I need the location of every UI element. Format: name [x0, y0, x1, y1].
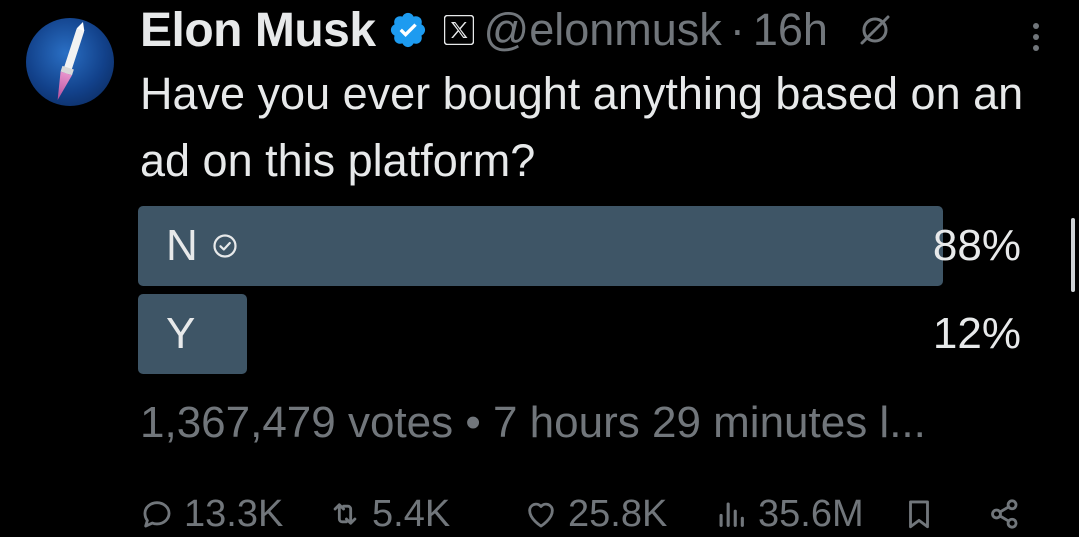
like-button[interactable]: 25.8K — [524, 490, 667, 537]
x-logo-icon[interactable] — [443, 15, 474, 45]
author-handle[interactable]: @elonmusk — [484, 4, 722, 56]
avatar[interactable] — [26, 18, 114, 106]
like-icon — [528, 502, 554, 528]
check-circle-icon — [213, 234, 237, 258]
tweet-header: Elon Musk @elonmusk · 16h — [140, 2, 892, 58]
poll-option-percent: 12% — [932, 309, 1021, 358]
verified-badge-icon[interactable] — [388, 10, 428, 50]
bookmark-icon — [909, 500, 929, 529]
repost-icon — [333, 503, 357, 525]
timestamp[interactable]: 16h — [753, 4, 828, 56]
poll-option-percent: 88% — [932, 221, 1021, 270]
share-button[interactable] — [988, 490, 1032, 537]
reply-count: 13.3K — [184, 492, 284, 535]
reply-button[interactable]: 13.3K — [140, 490, 283, 537]
rocket-avatar-image — [57, 22, 85, 101]
author-name[interactable]: Elon Musk — [140, 3, 376, 58]
poll-option-label: N — [166, 221, 198, 270]
poll-meta: 1,367,479 votes • 7 hours 29 minutes l..… — [140, 398, 926, 447]
scrollbar[interactable] — [1071, 218, 1075, 292]
views-icon — [719, 502, 744, 527]
poll: N 88% Y 12% — [138, 206, 1023, 382]
tweet[interactable]: Elon Musk @elonmusk · 16h Have you ever … — [0, 0, 1079, 537]
grok-icon[interactable] — [858, 13, 892, 47]
poll-option-n[interactable]: N 88% — [138, 206, 1023, 286]
reply-icon — [143, 501, 171, 528]
poll-option-label: Y — [166, 309, 196, 358]
poll-bar-n — [138, 206, 943, 286]
views-count: 35.6M — [758, 492, 864, 535]
views-button[interactable]: 35.6M — [714, 490, 864, 537]
action-bar: 13.3K 5.4K 25.8K 35.6M — [140, 490, 1040, 537]
repost-button[interactable]: 5.4K — [328, 490, 450, 537]
like-count: 25.8K — [568, 492, 668, 535]
repost-count: 5.4K — [372, 492, 451, 535]
bookmark-button[interactable] — [902, 490, 946, 537]
tweet-text: Have you ever bought anything based on a… — [140, 68, 1024, 186]
share-icon — [991, 499, 1018, 529]
poll-option-y[interactable]: Y 12% — [138, 294, 1023, 374]
separator-dot: · — [729, 4, 745, 55]
more-icon[interactable] — [1024, 20, 1048, 54]
